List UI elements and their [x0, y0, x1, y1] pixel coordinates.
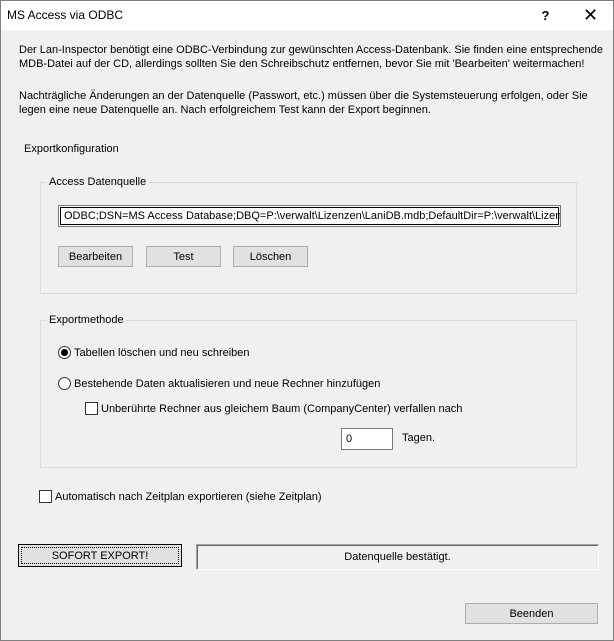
status-display: Datenquelle bestätigt. [196, 544, 599, 570]
access-source-label: Access Datenquelle [47, 176, 149, 189]
radio-indicator-selected[interactable] [58, 346, 71, 359]
radio-update-data[interactable]: Bestehende Daten aktualisieren und neue … [58, 377, 380, 390]
status-text: Datenquelle bestätigt. [344, 551, 451, 563]
expire-checkbox-label: Unberührte Rechner aus gleichem Baum (Co… [101, 402, 463, 415]
close-button[interactable]: Beenden [465, 603, 598, 624]
title-bar: MS Access via ODBC ? ✕ [1, 1, 613, 30]
intro-paragraph-2: Nachträgliche Änderungen an der Datenque… [19, 90, 588, 116]
expire-checkbox-row[interactable]: Unberührte Rechner aus gleichem Baum (Co… [85, 402, 462, 415]
export-now-button[interactable]: SOFORT EXPORT! [18, 544, 182, 567]
schedule-checkbox-row[interactable]: Automatisch nach Zeitplan exportieren (s… [39, 490, 322, 503]
delete-button[interactable]: Löschen [233, 246, 308, 267]
radio-rewrite-label: Tabellen löschen und neu schreiben [74, 346, 250, 359]
intro-paragraph-1: Der Lan-Inspector benötigt eine ODBC-Ver… [19, 44, 603, 70]
close-icon[interactable]: ✕ [568, 1, 613, 30]
edit-button[interactable]: Bearbeiten [58, 246, 133, 267]
window-title: MS Access via ODBC [7, 8, 124, 22]
days-label: Tagen. [402, 432, 436, 444]
dialog-window: MS Access via ODBC ? ✕ Der Lan-Inspector… [0, 0, 614, 641]
schedule-checkbox-label: Automatisch nach Zeitplan exportieren (s… [55, 490, 322, 503]
test-button[interactable]: Test [146, 246, 221, 267]
help-icon[interactable]: ? [523, 1, 568, 30]
dsn-connection-field[interactable]: ODBC;DSN=MS Access Database;DBQ=P:\verwa… [58, 205, 561, 227]
radio-dot [61, 349, 68, 356]
radio-update-label: Bestehende Daten aktualisieren und neue … [74, 377, 381, 390]
radio-rewrite-tables[interactable]: Tabellen löschen und neu schreiben [58, 346, 250, 359]
days-input[interactable]: 0 [341, 428, 393, 450]
access-source-group: Access Datenquelle [40, 176, 577, 294]
schedule-checkbox[interactable] [39, 490, 52, 503]
expire-checkbox[interactable] [85, 402, 98, 415]
export-method-label: Exportmethode [47, 314, 126, 327]
export-config-label: Exportkonfiguration [22, 143, 121, 156]
radio-indicator[interactable] [58, 377, 71, 390]
export-method-group: Exportmethode [40, 314, 577, 468]
